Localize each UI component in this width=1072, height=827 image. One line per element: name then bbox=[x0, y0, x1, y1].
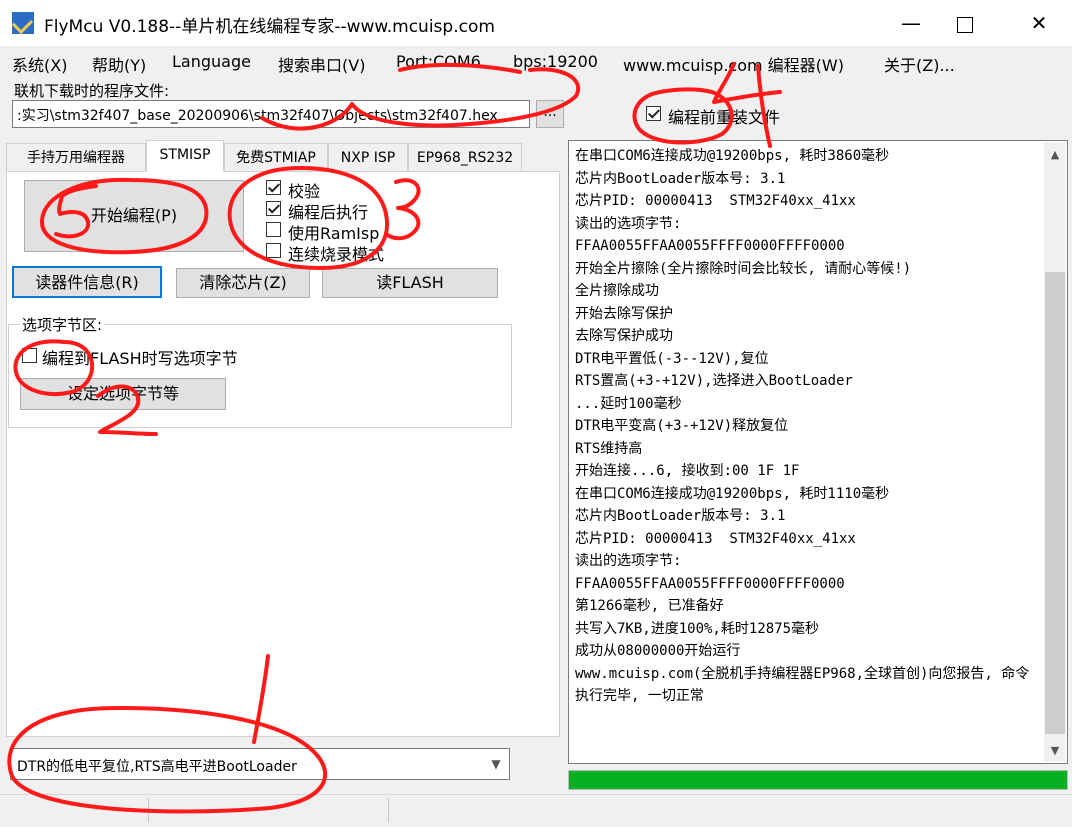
log-line: 芯片内BootLoader版本号: 3.1 bbox=[575, 170, 786, 187]
menu-help[interactable]: 帮助(Y) bbox=[92, 52, 146, 76]
log-line: RTS置高(+3-+12V),选择进入BootLoader bbox=[575, 373, 853, 389]
menu-port[interactable]: Port:COM6 bbox=[396, 52, 481, 71]
scroll-down-icon[interactable]: ▼ bbox=[1044, 740, 1066, 762]
log-line: 全片擦除成功 bbox=[575, 283, 659, 299]
option-bytes-group bbox=[8, 324, 512, 428]
menu-bps[interactable]: bps:19200 bbox=[513, 52, 598, 71]
use-ramisp-checkbox[interactable] bbox=[266, 222, 281, 237]
scroll-up-icon[interactable]: ▲ bbox=[1044, 142, 1066, 168]
log-line: 开始连接...6, 接收到:00 1F 1F bbox=[575, 463, 800, 479]
option-bytes-title: 选项字节区: bbox=[20, 314, 105, 335]
log-line: 开始全片擦除(全片擦除时间会比较长, 请耐心等候!) bbox=[575, 260, 912, 277]
log-line: 去除写保护成功 bbox=[575, 328, 673, 344]
chevron-down-icon[interactable]: ▼ bbox=[483, 749, 509, 779]
maximize-icon bbox=[957, 16, 973, 33]
browse-file-button[interactable]: ... bbox=[536, 100, 564, 128]
log-line: 成功从08000000开始运行 bbox=[575, 643, 741, 659]
log-line: 芯片PID: 00000413 STM32F40xx_41xx bbox=[575, 193, 856, 209]
set-option-bytes-button[interactable]: 设定选项字节等 bbox=[20, 378, 226, 410]
tab-stmisp[interactable]: STMISP bbox=[146, 140, 224, 172]
progress-fill bbox=[569, 771, 1067, 789]
menu-language[interactable]: Language bbox=[172, 52, 251, 71]
minimize-button[interactable]: — bbox=[888, 0, 934, 46]
window-title: FlyMcu V0.188--单片机在线编程专家--www.mcuisp.com bbox=[44, 17, 495, 37]
read-device-info-button[interactable]: 读器件信息(R) bbox=[12, 266, 162, 298]
start-programming-button[interactable]: 开始编程(P) bbox=[24, 180, 244, 252]
log-line: FFAA0055FFAA0055FFFF0000FFFF0000 bbox=[575, 575, 845, 592]
program-file-label: 联机下载时的程序文件: bbox=[14, 82, 170, 100]
menu-programmer[interactable]: www.mcuisp.com 编程器(W) bbox=[623, 52, 844, 76]
reset-mode-value: DTR的低电平复位,RTS高电平进BootLoader bbox=[17, 759, 297, 775]
reload-file-checkbox[interactable] bbox=[646, 106, 661, 121]
read-flash-button[interactable]: 读FLASH bbox=[322, 268, 498, 298]
tab-handheld-programmer[interactable]: 手持万用编程器 bbox=[6, 143, 146, 171]
close-button[interactable]: ✕ bbox=[1016, 0, 1062, 46]
log-line: 读出的选项字节: bbox=[575, 553, 682, 569]
log-line: 第1266毫秒, 已准备好 bbox=[575, 598, 724, 614]
write-option-bytes-label: 编程到FLASH时写选项字节 bbox=[42, 349, 238, 368]
verify-checkbox[interactable] bbox=[266, 180, 281, 195]
log-line: 在串口COM6连接成功@19200bps, 耗时1110毫秒 bbox=[575, 485, 890, 502]
status-cell bbox=[0, 798, 149, 822]
status-cell bbox=[148, 798, 389, 822]
menu-about[interactable]: 关于(Z)... bbox=[884, 52, 955, 76]
menu-search-port[interactable]: 搜索串口(V) bbox=[278, 52, 365, 76]
continuous-burn-label: 连续烧录模式 bbox=[288, 245, 385, 264]
stmisp-panel bbox=[6, 171, 560, 737]
app-icon bbox=[12, 12, 34, 34]
maximize-button[interactable] bbox=[942, 0, 988, 46]
log-line: 读出的选项字节: bbox=[575, 215, 682, 232]
scroll-thumb[interactable] bbox=[1045, 272, 1065, 734]
program-file-path-input[interactable]: :实习\stm32f407_base_20200906\stm32f407\Ob… bbox=[12, 100, 530, 128]
log-line: FFAA0055FFAA0055FFFF0000FFFF0000 bbox=[575, 238, 845, 254]
menu-system[interactable]: 系统(X) bbox=[12, 52, 67, 76]
log-line: 开始去除写保护 bbox=[575, 305, 673, 322]
run-after-program-checkbox[interactable] bbox=[266, 201, 281, 216]
progress-bar bbox=[568, 770, 1068, 790]
reload-file-label: 编程前重装文件 bbox=[668, 108, 781, 127]
tab-free-stmiap[interactable]: 免费STMIAP bbox=[224, 143, 328, 171]
log-output[interactable]: 在串口COM6连接成功@19200bps, 耗时3860毫秒 芯片内BootLoa… bbox=[568, 140, 1068, 764]
erase-chip-button[interactable]: 清除芯片(Z) bbox=[176, 268, 310, 298]
log-line: 共写入7KB,进度100%,耗时12875毫秒 bbox=[575, 620, 820, 637]
log-line: RTS维持高 bbox=[575, 440, 643, 457]
program-file-path: :实习\stm32f407_base_20200906\stm32f407\Ob… bbox=[17, 108, 498, 124]
log-line: 芯片内BootLoader版本号: 3.1 bbox=[575, 508, 786, 524]
log-line: 芯片PID: 00000413 STM32F40xx_41xx bbox=[575, 530, 856, 547]
log-line: DTR电平变高(+3-+12V)释放复位 bbox=[575, 418, 789, 434]
log-lines: 在串口COM6连接成功@19200bps, 耗时3860毫秒 芯片内BootLoa… bbox=[575, 145, 1031, 708]
reset-mode-select[interactable]: DTR的低电平复位,RTS高电平进BootLoader ▼ bbox=[10, 748, 510, 780]
log-line: www.mcuisp.com(全脱机手持编程器EP968,全球首创)向您报告, … bbox=[575, 665, 1030, 705]
log-line: 在串口COM6连接成功@19200bps, 耗时3860毫秒 bbox=[575, 148, 890, 164]
tab-nxp-isp[interactable]: NXP ISP bbox=[328, 143, 408, 171]
write-option-bytes-checkbox[interactable] bbox=[22, 348, 37, 363]
log-line: DTR电平置低(-3--12V),复位 bbox=[575, 350, 769, 367]
log-line: ...延时100毫秒 bbox=[575, 395, 682, 412]
continuous-burn-checkbox[interactable] bbox=[266, 243, 281, 258]
tab-ep968-rs232[interactable]: EP968_RS232 bbox=[408, 143, 522, 171]
